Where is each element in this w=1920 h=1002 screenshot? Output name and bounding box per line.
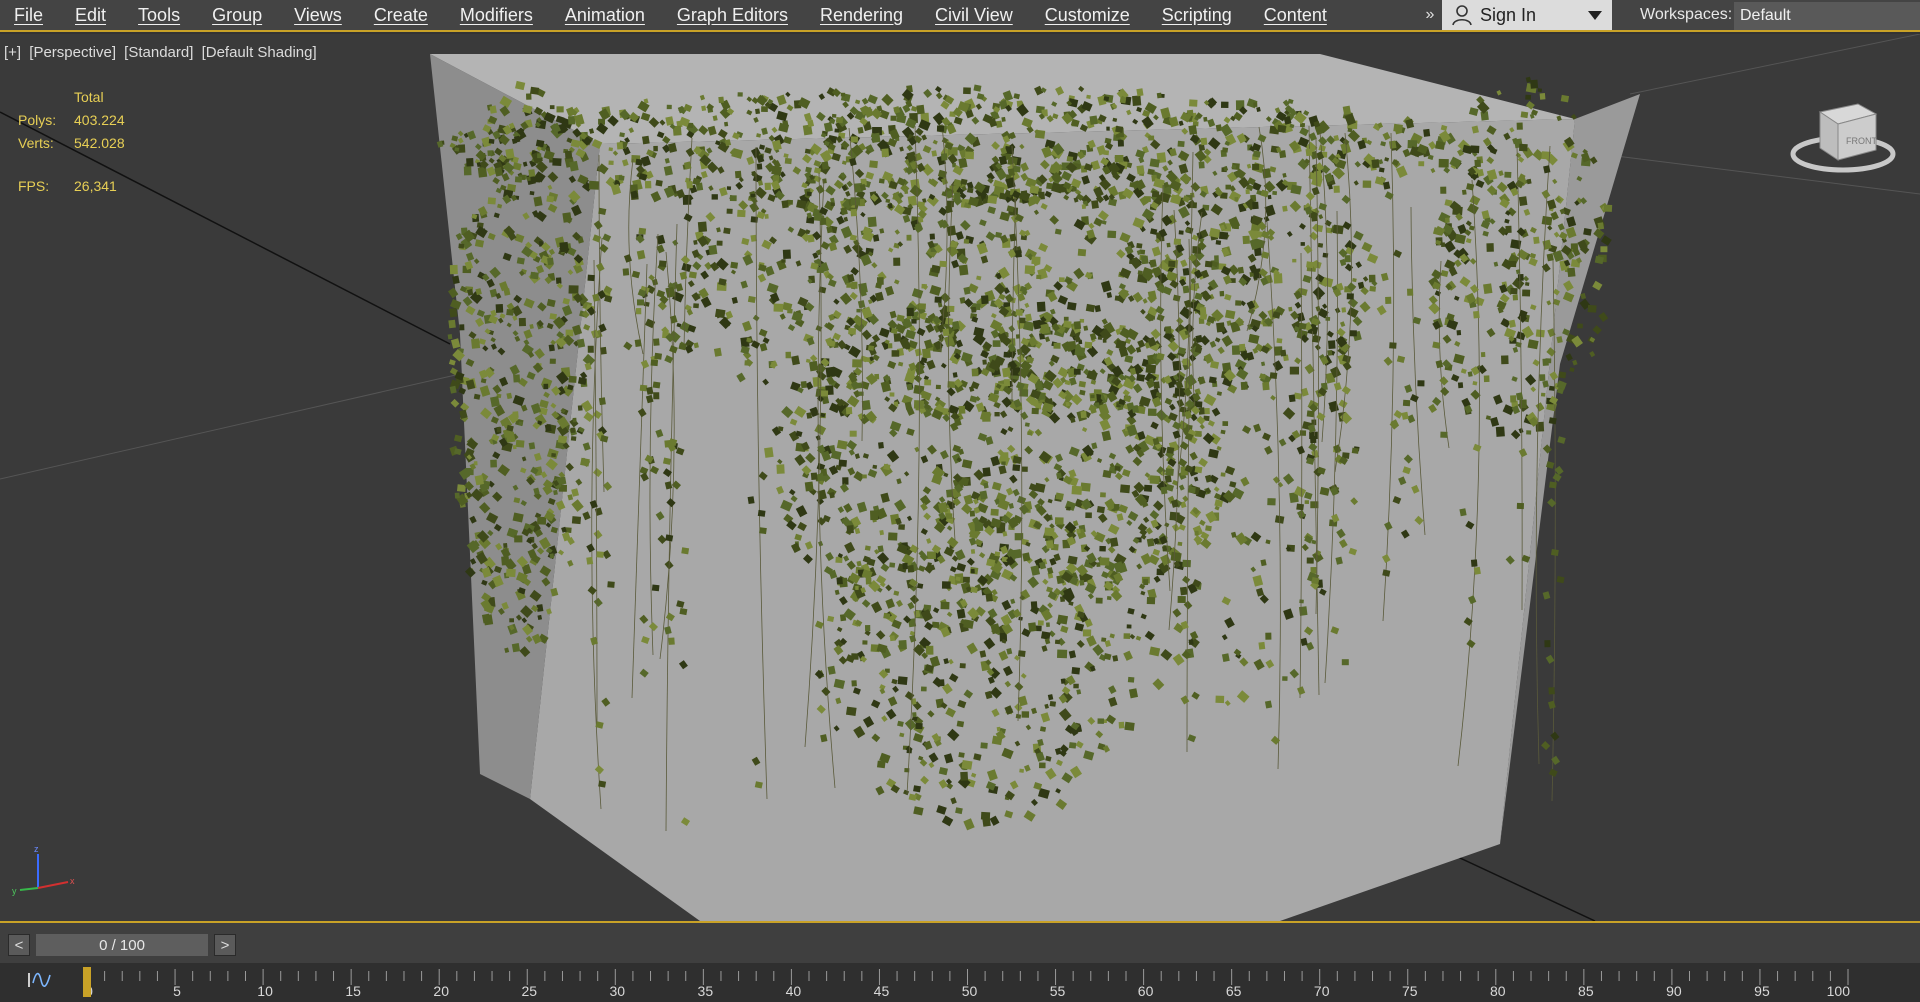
ruler-tick-label: 35 (698, 983, 714, 999)
stats-fps-value: 26,341 (74, 178, 117, 194)
ruler-tick-label: 100 (1827, 983, 1851, 999)
axis-tripod-icon: z x y (12, 844, 75, 896)
menu-civil-view[interactable]: Civil View (919, 0, 1029, 30)
menu-edit[interactable]: Edit (59, 0, 122, 30)
ruler-tick-label: 20 (433, 983, 449, 999)
track-bar[interactable]: 0510152025303540455055606570758085909510… (0, 963, 1920, 1002)
workspaces-label: Workspaces: (1640, 6, 1733, 23)
sign-in-label: Sign In (1480, 4, 1537, 25)
menu-file[interactable]: File (0, 0, 59, 30)
viewcube-face-label: FRONT (1846, 136, 1877, 146)
menu-items: File Edit Tools Group Views Create Modifiers An… (0, 0, 1343, 30)
menu-customize[interactable]: Customize (1029, 0, 1146, 30)
stats-polys-label: Polys: (18, 112, 57, 128)
perspective-viewport[interactable]: [+] [Perspective] [Standard] [Default Sh… (0, 34, 1920, 921)
stats-verts-value: 542.028 (74, 135, 125, 151)
current-frame-marker[interactable] (83, 967, 91, 997)
ruler-tick-label: 80 (1490, 983, 1506, 999)
ruler-tick-label: 95 (1754, 983, 1770, 999)
ruler-tick-label: 45 (874, 983, 890, 999)
menu-create[interactable]: Create (358, 0, 444, 30)
ruler-tick-label: 10 (257, 983, 273, 999)
ruler-tick-label: 60 (1138, 983, 1154, 999)
stats-total-label: Total (74, 89, 104, 105)
workspaces-select[interactable]: Default (1734, 2, 1920, 30)
ruler-tick-label: 90 (1666, 983, 1682, 999)
timeline-panel: < 0 / 100 > 0510152025303540455055606570… (0, 921, 1920, 1002)
ruler-tick-label: 65 (1226, 983, 1242, 999)
menu-views[interactable]: Views (278, 0, 358, 30)
menu-rendering[interactable]: Rendering (804, 0, 919, 30)
menu-animation[interactable]: Animation (549, 0, 661, 30)
stats-polys-value: 403.224 (74, 112, 125, 128)
stats-fps-label: FPS: (18, 178, 50, 194)
menu-modifiers[interactable]: Modifiers (444, 0, 549, 30)
ruler-tick-label: 15 (345, 983, 361, 999)
viewport-shading[interactable]: [Default Shading] (202, 44, 317, 61)
sign-in-dropdown[interactable]: Sign In (1442, 0, 1612, 30)
chevron-down-icon (1588, 11, 1602, 20)
ruler-tick-label: 25 (521, 983, 537, 999)
ruler-tick-label: 70 (1314, 983, 1330, 999)
svg-text:x: x (70, 876, 75, 886)
scene-statistics: Total Polys: 403.224 Verts: 542.028 FPS: 26… (18, 86, 125, 198)
frame-ruler[interactable]: 0510152025303540455055606570758085909510… (0, 963, 1920, 1002)
menu-bar: File Edit Tools Group Views Create Modifiers An… (0, 0, 1920, 32)
grid-line (0, 373, 461, 480)
menu-overflow-button[interactable]: » (1420, 0, 1440, 30)
ruler-tick-label: 85 (1578, 983, 1594, 999)
ruler-tick-label: 75 (1402, 983, 1418, 999)
ruler-tick-label: 50 (962, 983, 978, 999)
viewport-point-of-view[interactable]: [Perspective] (29, 44, 116, 61)
time-slider[interactable]: < 0 / 100 > (8, 933, 236, 957)
ruler-tick-label: 55 (1050, 983, 1066, 999)
ruler-tick-label: 5 (173, 983, 181, 999)
viewport-scene (0, 34, 1920, 921)
next-frame-button[interactable]: > (214, 934, 236, 956)
menu-group[interactable]: Group (196, 0, 278, 30)
stats-verts-label: Verts: (18, 135, 54, 151)
menu-content[interactable]: Content (1248, 0, 1343, 30)
ruler-tick-label: 30 (610, 983, 626, 999)
svg-text:z: z (34, 844, 39, 854)
menu-graph-editors[interactable]: Graph Editors (661, 0, 804, 30)
user-icon (1452, 5, 1472, 26)
ruler-tick-label: 40 (786, 983, 802, 999)
viewport-label-menu[interactable]: [+] [Perspective] [Standard] [Default Sh… (4, 44, 321, 61)
time-slider-thumb[interactable]: 0 / 100 (36, 934, 208, 956)
previous-frame-button[interactable]: < (8, 934, 30, 956)
viewport-standard[interactable]: [Standard] (124, 44, 193, 61)
menu-tools[interactable]: Tools (122, 0, 196, 30)
menu-scripting[interactable]: Scripting (1146, 0, 1248, 30)
viewport-menu-plus[interactable]: [+] (4, 44, 21, 61)
viewcube-icon[interactable]: FRONT (1788, 82, 1898, 182)
svg-text:y: y (12, 886, 17, 896)
